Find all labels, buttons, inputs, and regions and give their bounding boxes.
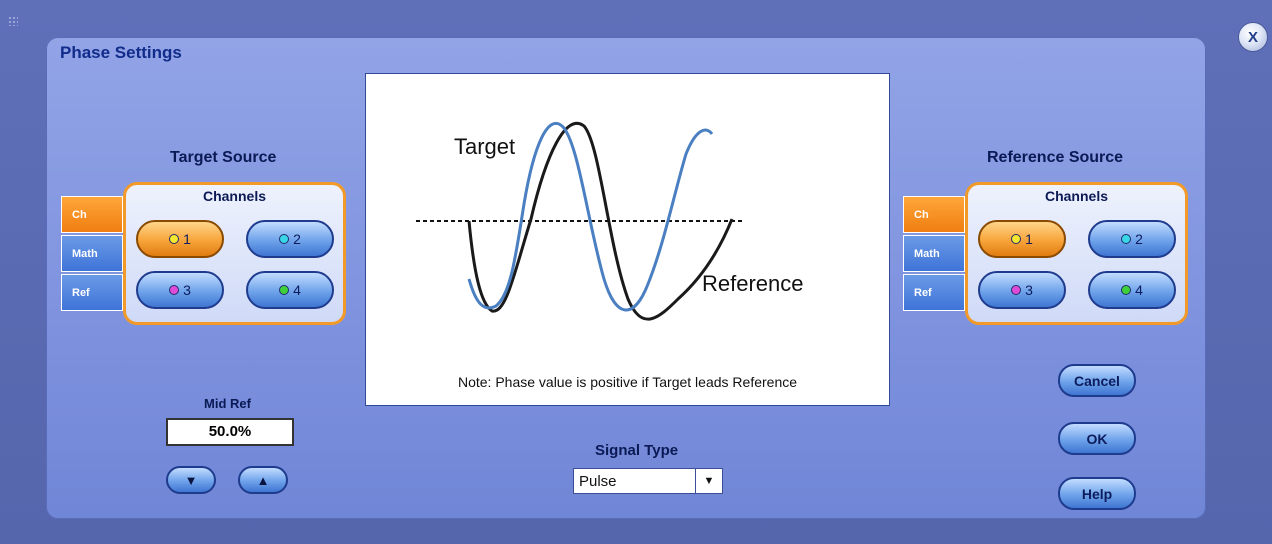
- target-channel-1-button[interactable]: 1: [136, 220, 224, 258]
- reference-channels-group: Channels 1 2 3 4: [965, 182, 1188, 325]
- arrow-up-icon: ▲: [256, 472, 270, 488]
- target-source-title: Target Source: [170, 149, 277, 166]
- reference-wave-label: Reference: [702, 271, 804, 296]
- target-source-tabs: Ch Math Ref: [61, 196, 123, 313]
- reference-tab-ch[interactable]: Ch: [903, 196, 965, 233]
- target-channel-2-label: 2: [293, 231, 301, 247]
- reference-channel-3-label: 3: [1025, 282, 1033, 298]
- channel-4-indicator-icon: [279, 285, 290, 295]
- channel-2-indicator-icon: [1121, 234, 1132, 244]
- mid-ref-decrement-button[interactable]: ▼: [166, 466, 216, 494]
- target-tab-ch[interactable]: Ch: [61, 196, 123, 233]
- phase-diagram: Target Reference Note: Phase value is po…: [365, 73, 890, 406]
- target-channels-label: Channels: [202, 188, 266, 204]
- mid-ref-label: Mid Ref: [204, 396, 251, 411]
- mid-ref-input[interactable]: 50.0%: [166, 418, 294, 446]
- target-channel-2-button[interactable]: 2: [246, 220, 334, 258]
- ok-button[interactable]: OK: [1058, 422, 1136, 455]
- close-button[interactable]: X: [1238, 22, 1268, 52]
- reference-channel-2-button[interactable]: 2: [1088, 220, 1176, 258]
- channel-1-indicator-icon: [169, 234, 180, 244]
- reference-channel-2-label: 2: [1135, 231, 1143, 247]
- channel-3-indicator-icon: [1011, 285, 1022, 295]
- target-channels-group: Channels 1 2 3 4: [123, 182, 346, 325]
- dialog-title: Phase Settings: [60, 43, 182, 62]
- target-channel-4-button[interactable]: 4: [246, 271, 334, 309]
- reference-source-title: Reference Source: [987, 149, 1124, 166]
- target-channel-4-label: 4: [293, 282, 301, 298]
- window-grip-icon[interactable]: [8, 16, 18, 26]
- channel-1-indicator-icon: [1011, 234, 1022, 244]
- signal-type-label: Signal Type: [595, 442, 679, 459]
- reference-channel-1-button[interactable]: 1: [978, 220, 1066, 258]
- target-channel-3-button[interactable]: 3: [136, 271, 224, 309]
- reference-tab-ref[interactable]: Ref: [903, 274, 965, 311]
- target-tab-math[interactable]: Math: [61, 235, 123, 272]
- dropdown-arrow-icon[interactable]: ▼: [695, 469, 722, 493]
- channel-4-indicator-icon: [1121, 285, 1132, 295]
- target-channel-3-label: 3: [183, 282, 191, 298]
- reference-channel-1-label: 1: [1025, 231, 1033, 247]
- mid-ref-increment-button[interactable]: ▲: [238, 466, 288, 494]
- reference-channel-4-button[interactable]: 4: [1088, 271, 1176, 309]
- reference-channel-4-label: 4: [1135, 282, 1143, 298]
- phase-settings-panel: Phase Settings Target Source Ch Math Ref…: [46, 37, 1206, 519]
- reference-source-tabs: Ch Math Ref: [903, 196, 965, 313]
- close-icon: X: [1247, 28, 1258, 46]
- arrow-down-icon: ▼: [184, 472, 198, 488]
- reference-tab-math[interactable]: Math: [903, 235, 965, 272]
- phase-note: Note: Phase value is positive if Target …: [457, 374, 798, 390]
- help-button[interactable]: Help: [1058, 477, 1136, 510]
- signal-type-select[interactable]: Pulse ▼: [573, 468, 723, 494]
- channel-3-indicator-icon: [169, 285, 180, 295]
- cancel-button[interactable]: Cancel: [1058, 364, 1136, 397]
- target-wave-label: Target: [454, 134, 515, 159]
- phase-waves-illustration: Target Reference: [416, 122, 804, 321]
- target-tab-ref[interactable]: Ref: [61, 274, 123, 311]
- channel-2-indicator-icon: [279, 234, 290, 244]
- reference-channels-label: Channels: [1044, 188, 1108, 204]
- signal-type-value: Pulse: [579, 473, 617, 490]
- reference-channel-3-button[interactable]: 3: [978, 271, 1066, 309]
- target-channel-1-label: 1: [183, 231, 191, 247]
